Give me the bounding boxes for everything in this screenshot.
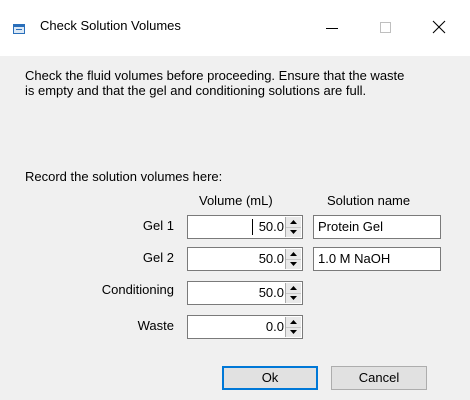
chevron-down-icon [290,262,297,266]
spin-down-button[interactable] [286,227,301,237]
text-caret [252,219,253,235]
row-label-conditioning: Conditioning [101,282,174,297]
record-volumes-label: Record the solution volumes here: [25,169,223,184]
close-button[interactable] [419,14,459,42]
spin-down-button[interactable] [286,327,301,337]
spin-up-button[interactable] [286,283,301,293]
chevron-up-icon [290,286,297,290]
row-label-gel-2: Gel 2 [142,250,174,265]
chevron-down-icon [290,230,297,234]
gel-1-volume-value: 50.0 [258,219,284,234]
row-label-gel-1: Gel 1 [142,218,174,233]
chevron-up-icon [290,320,297,324]
instructions-text: Check the fluid volumes before proceedin… [25,68,405,98]
minimize-button[interactable] [312,14,352,42]
gel-1-solution-name-input[interactable]: Protein Gel [313,215,441,239]
ok-button[interactable]: Ok [222,366,318,390]
maximize-icon [380,22,391,33]
spin-up-button[interactable] [286,249,301,259]
gel-2-volume-stepper[interactable]: 50.0 [187,247,303,271]
gel-2-volume-value: 50.0 [258,251,284,266]
title-bar[interactable]: Check Solution Volumes [0,0,470,56]
waste-volume-stepper[interactable]: 0.0 [187,315,303,339]
gel-2-solution-name-input[interactable]: 1.0 M NaOH [313,247,441,271]
chevron-up-icon [290,220,297,224]
maximize-button[interactable] [366,14,406,42]
chevron-up-icon [290,252,297,256]
app-window-icon [13,22,25,34]
row-label-waste: Waste [137,318,174,333]
spin-up-button[interactable] [286,217,301,227]
spin-up-button[interactable] [286,317,301,327]
conditioning-volume-value: 50.0 [258,285,284,300]
gel-1-volume-stepper[interactable]: 50.0 [187,215,303,239]
chevron-down-icon [290,296,297,300]
window-title: Check Solution Volumes [40,18,181,33]
spin-down-button[interactable] [286,293,301,303]
close-icon [432,20,446,34]
spin-down-button[interactable] [286,259,301,269]
conditioning-volume-stepper[interactable]: 50.0 [187,281,303,305]
waste-volume-value: 0.0 [265,319,284,334]
solution-column-header: Solution name [327,193,411,208]
volume-column-header: Volume (mL) [199,193,273,208]
dialog-client-area: Check the fluid volumes before proceedin… [0,56,470,400]
cancel-button[interactable]: Cancel [331,366,427,390]
minimize-icon [326,28,338,29]
chevron-down-icon [290,330,297,334]
